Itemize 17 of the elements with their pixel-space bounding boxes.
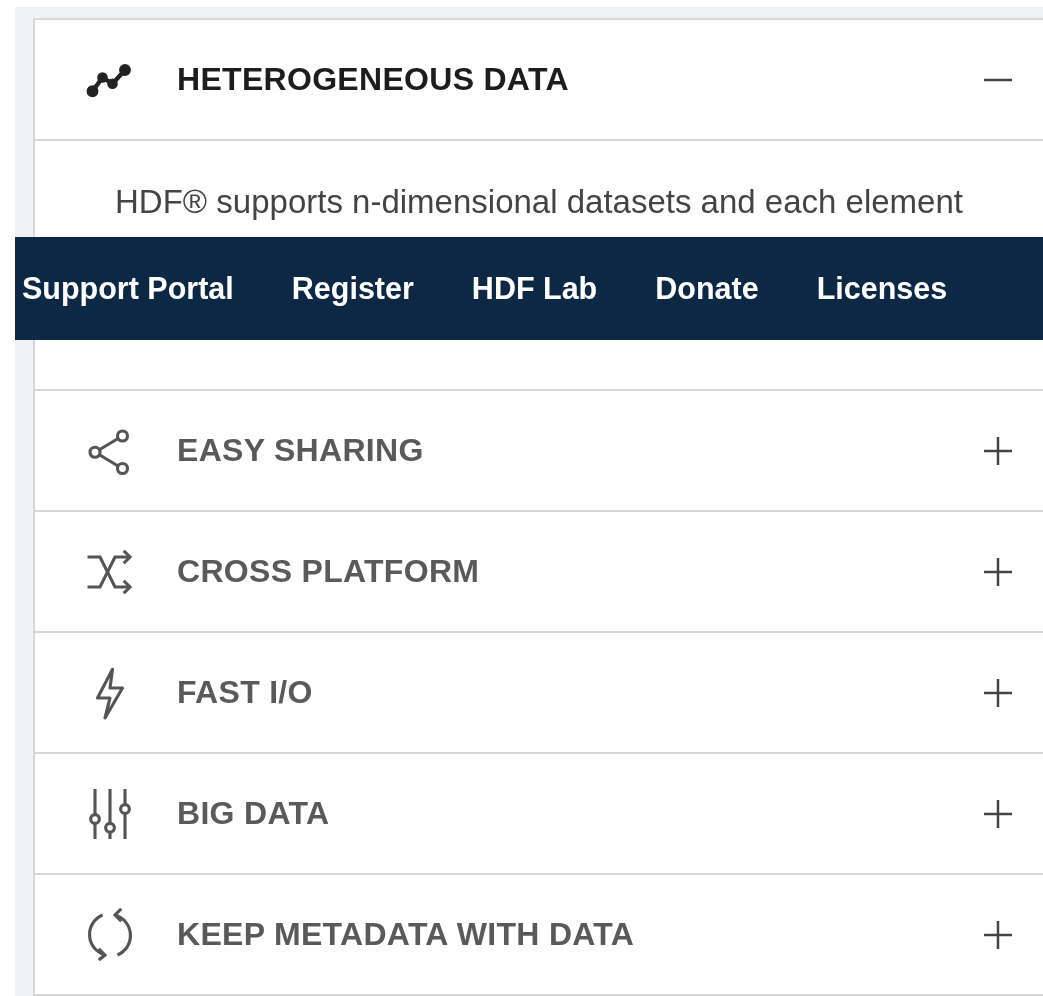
section-title[interactable]: EASY SHARING — [177, 432, 983, 469]
section-title[interactable]: CROSS PLATFORM — [177, 553, 983, 590]
section-title[interactable]: FAST I/O — [177, 674, 983, 711]
section-title[interactable]: BIG DATA — [177, 795, 983, 832]
nav-link[interactable]: Licenses — [816, 271, 948, 306]
section-title[interactable]: KEEP METADATA WITH DATA — [177, 916, 983, 953]
nav-link[interactable]: HDF Lab — [471, 271, 598, 306]
nav-link[interactable]: Donate — [655, 271, 759, 306]
expand-icon[interactable] — [983, 435, 1013, 466]
section-description: HDF® supports n-dimensional datasets and each element — [115, 183, 963, 221]
expand-icon[interactable] — [983, 798, 1013, 829]
nav-link[interactable]: Support Portal — [22, 271, 234, 306]
expand-icon[interactable] — [983, 919, 1013, 950]
expand-icon[interactable] — [983, 677, 1013, 708]
nav-link[interactable]: Register — [291, 271, 414, 306]
expand-icon[interactable] — [983, 556, 1013, 587]
section-title[interactable]: HETEROGENEOUS DATA — [177, 61, 983, 98]
